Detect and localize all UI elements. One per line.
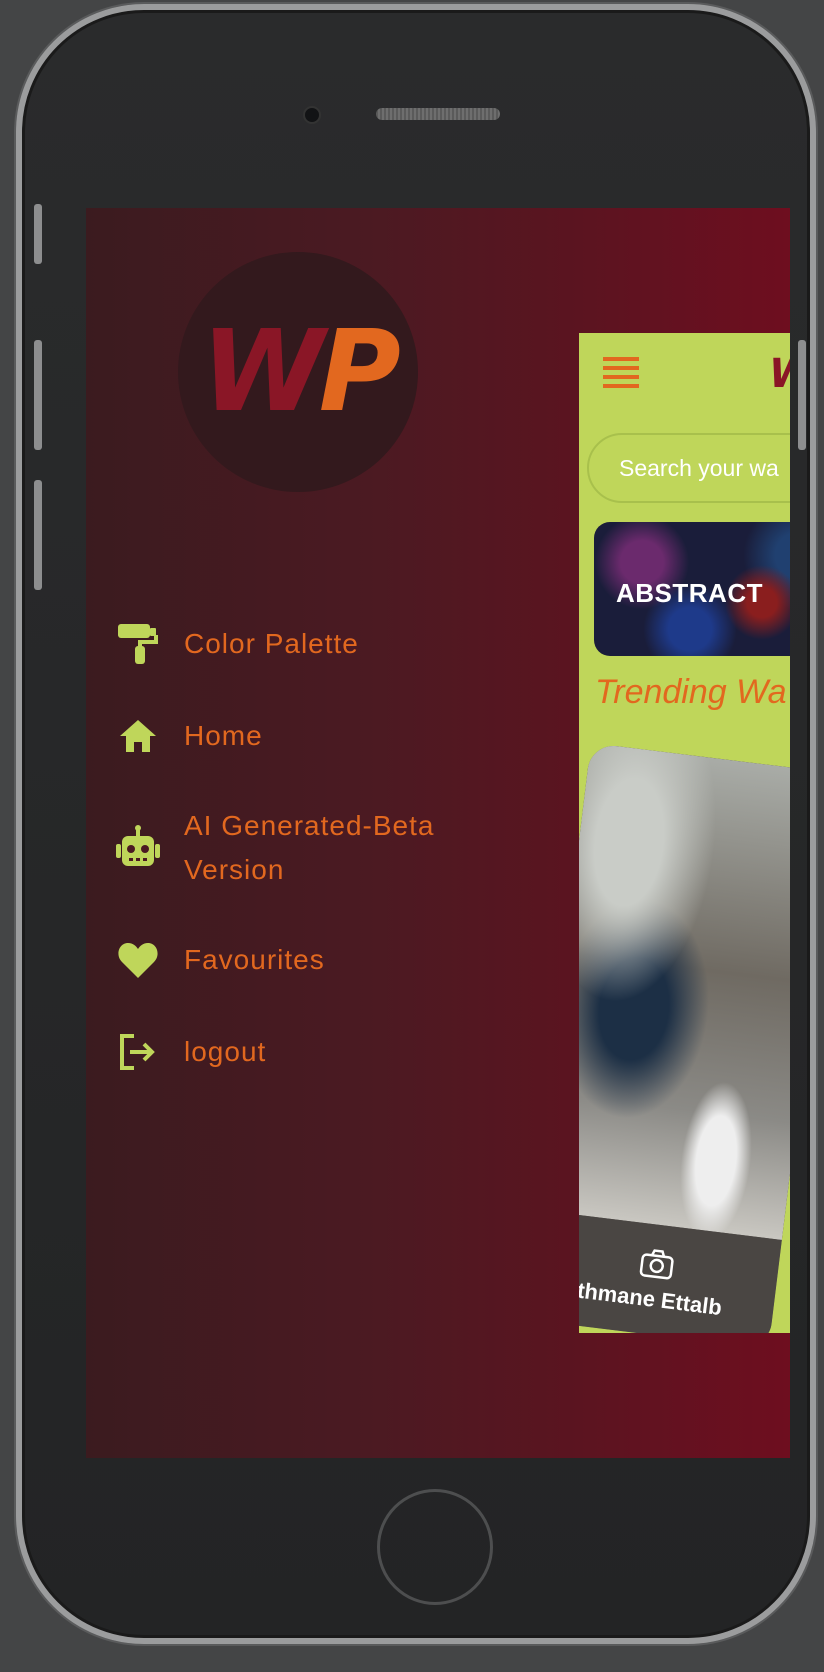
camera-icon <box>638 1247 676 1286</box>
logout-icon <box>114 1028 162 1076</box>
wallpaper-image[interactable] <box>579 743 790 1240</box>
search-placeholder: Search your wa <box>619 454 779 481</box>
category-card-abstract[interactable]: ABSTRACT <box>594 522 790 656</box>
main-screen-preview[interactable]: W Search your wa ABSTRACT Trending Wa <box>579 333 790 1333</box>
app-screen: W P Color Palette Home AI Generated-Beta… <box>86 208 790 1458</box>
drawer-item-favourites[interactable]: Favourites <box>114 936 534 984</box>
phone-frame: W P Color Palette Home AI Generated-Beta… <box>16 4 816 1644</box>
app-logo: W P <box>178 252 418 492</box>
robot-icon <box>114 824 162 872</box>
paint-roller-icon <box>114 620 162 668</box>
logo-letter-p: P <box>318 307 401 437</box>
header-logo: W <box>769 351 790 397</box>
drawer-item-home[interactable]: Home <box>114 712 534 760</box>
drawer-item-label: logout <box>184 1036 267 1067</box>
logo-letter-w: W <box>201 307 325 437</box>
drawer-item-label: AI Generated-Beta Version <box>184 810 435 885</box>
phone-home-button[interactable] <box>377 1489 493 1605</box>
drawer-menu: Color Palette Home AI Generated-Beta Ver… <box>114 620 534 1120</box>
home-icon <box>114 712 162 760</box>
front-camera <box>303 106 321 124</box>
heart-icon <box>114 936 162 984</box>
search-input[interactable]: Search your wa <box>587 433 790 503</box>
drawer-item-color-palette[interactable]: Color Palette <box>114 620 534 668</box>
menu-icon[interactable] <box>603 357 639 393</box>
phone-silent-switch <box>34 204 42 264</box>
drawer-item-label: Favourites <box>184 944 325 975</box>
category-label: ABSTRACT <box>616 578 763 608</box>
phone-power-button <box>798 340 806 450</box>
phone-volume-down-button <box>34 480 42 590</box>
wallpaper-card[interactable]: Othmane Ettalb <box>579 743 790 1333</box>
earpiece-speaker <box>376 108 500 120</box>
drawer-item-logout[interactable]: logout <box>114 1028 534 1076</box>
phone-volume-up-button <box>34 340 42 450</box>
section-title: Trending Wa <box>595 673 787 711</box>
drawer-item-label: Color Palette <box>184 628 359 659</box>
drawer-item-label: Home <box>184 720 263 751</box>
drawer-item-ai-generated[interactable]: AI Generated-Beta Version <box>114 804 534 892</box>
